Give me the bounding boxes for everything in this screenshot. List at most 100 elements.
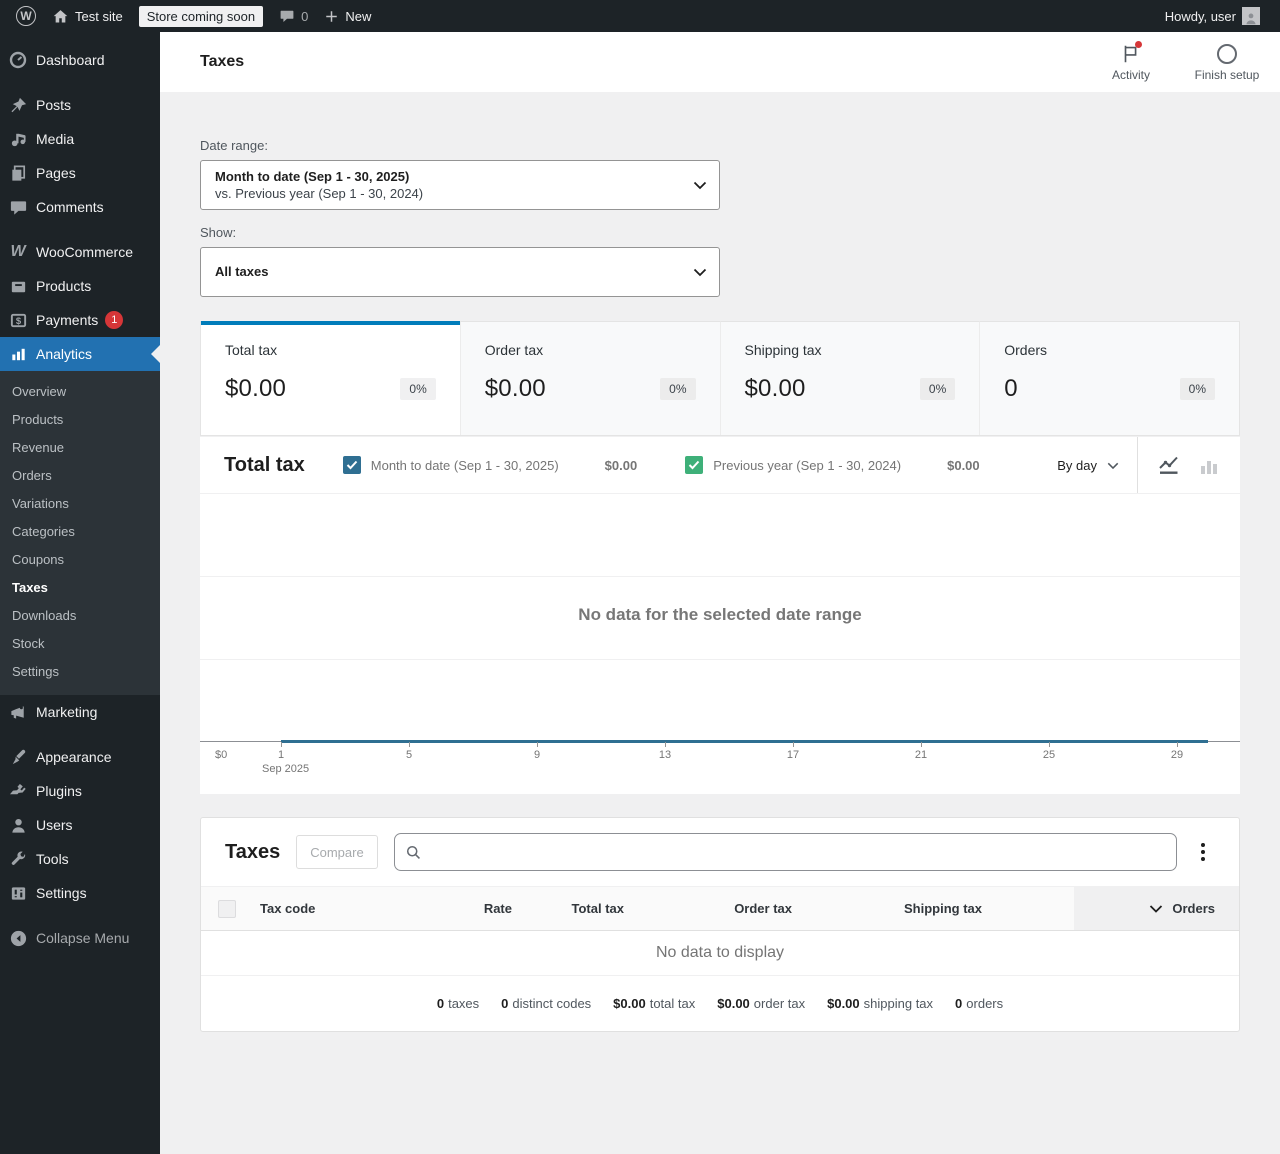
sidebar-item-users[interactable]: Users xyxy=(0,808,160,842)
submenu-item-categories[interactable]: Categories xyxy=(0,518,160,546)
y-axis-zero-label: $0 xyxy=(215,749,228,761)
tile-value: 0 xyxy=(1004,375,1018,402)
submenu-item-coupons[interactable]: Coupons xyxy=(0,546,160,574)
new-menu[interactable]: New xyxy=(316,0,379,32)
legend-value: $0.00 xyxy=(604,457,638,473)
sidebar-item-settings[interactable]: Settings xyxy=(0,876,160,910)
more-options-kebab-icon[interactable] xyxy=(1191,838,1215,866)
submenu-item-orders[interactable]: Orders xyxy=(0,462,160,490)
sidebar-item-posts[interactable]: Posts xyxy=(0,88,160,122)
comments-count: 0 xyxy=(301,8,309,24)
search-box[interactable] xyxy=(393,833,1177,871)
wordpress-logo-menu[interactable]: W xyxy=(8,0,44,32)
sidebar-item-media[interactable]: Media xyxy=(0,122,160,156)
activity-unread-dot xyxy=(1135,41,1142,48)
admin-sidebar: Dashboard Posts Media Pages Comments W W… xyxy=(0,32,160,1154)
comment-icon xyxy=(8,197,28,217)
tile-total-tax[interactable]: Total tax $0.00 0% xyxy=(201,321,460,435)
payments-icon: $ xyxy=(8,310,28,330)
sidebar-item-plugins[interactable]: Plugins xyxy=(0,774,160,808)
submenu-item-stock[interactable]: Stock xyxy=(0,630,160,658)
chart-type-toggle xyxy=(1138,452,1240,478)
table-header: Taxes Compare xyxy=(201,818,1239,886)
my-account-menu[interactable]: Howdy, user xyxy=(1157,0,1268,32)
payments-badge: 1 xyxy=(105,311,124,329)
column-header-orders-sorted[interactable]: Orders xyxy=(1074,887,1239,930)
sidebar-item-label: Tools xyxy=(36,851,69,867)
sidebar-item-label: Comments xyxy=(36,199,104,215)
checkbox-checked[interactable] xyxy=(342,456,361,474)
submenu-item-overview[interactable]: Overview xyxy=(0,378,160,406)
collapse-menu-button[interactable]: Collapse Menu xyxy=(0,921,160,955)
sidebar-item-products[interactable]: Products xyxy=(0,269,160,303)
avatar xyxy=(1242,7,1260,25)
line-chart-icon[interactable] xyxy=(1156,452,1182,478)
show-select[interactable]: All taxes xyxy=(200,247,720,297)
content-area: Date range: Month to date (Sep 1 - 30, 2… xyxy=(160,138,1280,1032)
x-tick-label: 21 xyxy=(914,749,928,761)
column-header-total-tax[interactable]: Total tax xyxy=(512,887,625,930)
submenu-item-products[interactable]: Products xyxy=(0,406,160,434)
wordpress-logo-icon: W xyxy=(16,6,36,26)
page-title: Taxes xyxy=(200,53,245,70)
column-header-order-tax[interactable]: Order tax xyxy=(624,887,792,930)
submenu-item-downloads[interactable]: Downloads xyxy=(0,602,160,630)
summary-order-tax: $0.00 order tax xyxy=(717,996,806,1011)
select-all-checkbox[interactable] xyxy=(201,887,245,930)
wrench-icon xyxy=(8,849,28,869)
submenu-item-settings[interactable]: Settings xyxy=(0,658,160,686)
column-header-rate[interactable]: Rate xyxy=(422,887,512,930)
howdy-text: Howdy, user xyxy=(1164,8,1236,24)
checkbox-checked[interactable] xyxy=(685,456,704,474)
sidebar-item-label: Dashboard xyxy=(36,52,105,68)
x-tick-label: 17 xyxy=(786,749,800,761)
sidebar-item-analytics[interactable]: Analytics xyxy=(0,337,160,371)
compare-button[interactable]: Compare xyxy=(296,835,378,869)
chart-empty-message: No data for the selected date range xyxy=(578,605,862,624)
sidebar-item-pages[interactable]: Pages xyxy=(0,156,160,190)
chart-plot-area[interactable]: No data for the selected date range xyxy=(200,493,1240,743)
show-label: Show: xyxy=(200,225,237,240)
sidebar-item-appearance[interactable]: Appearance xyxy=(0,740,160,774)
sidebar-item-label: Marketing xyxy=(36,704,98,720)
submenu-item-taxes[interactable]: Taxes xyxy=(0,574,160,602)
search-input[interactable] xyxy=(429,844,1166,860)
sidebar-item-woocommerce[interactable]: W WooCommerce xyxy=(0,235,160,269)
analytics-submenu: Overview Products Revenue Orders Variati… xyxy=(0,371,160,695)
x-tick-label: 13 xyxy=(658,749,672,761)
activity-button[interactable]: Activity xyxy=(1092,41,1170,82)
tile-order-tax[interactable]: Order tax $0.00 0% xyxy=(459,321,720,435)
tile-shipping-tax[interactable]: Shipping tax $0.00 0% xyxy=(719,321,980,435)
new-label: New xyxy=(345,8,372,24)
legend-item-current-period[interactable]: Month to date (Sep 1 - 30, 2025) $0.00 xyxy=(319,456,661,474)
date-range-select[interactable]: Month to date (Sep 1 - 30, 2025) vs. Pre… xyxy=(200,160,720,210)
sidebar-item-payments[interactable]: $ Payments 1 xyxy=(0,303,160,337)
sidebar-item-dashboard[interactable]: Dashboard xyxy=(0,43,160,77)
products-icon xyxy=(8,276,28,296)
interval-select[interactable]: By day xyxy=(1039,437,1137,493)
media-icon xyxy=(8,129,28,149)
sidebar-item-comments[interactable]: Comments xyxy=(0,190,160,224)
sliders-icon xyxy=(8,883,28,903)
site-name-link[interactable]: Test site xyxy=(44,0,131,32)
tile-value: $0.00 xyxy=(744,375,806,402)
woocommerce-icon: W xyxy=(10,243,26,260)
chart-title: Total tax xyxy=(224,453,305,476)
legend-item-previous-period[interactable]: Previous year (Sep 1 - 30, 2024) $0.00 xyxy=(661,456,1003,474)
user-icon xyxy=(8,815,28,835)
date-range-compare-value: vs. Previous year (Sep 1 - 30, 2024) xyxy=(215,186,424,201)
gridline xyxy=(200,659,1240,660)
tile-orders[interactable]: Orders 0 0% xyxy=(979,321,1239,435)
bar-chart-icon[interactable] xyxy=(1196,452,1222,478)
column-header-shipping-tax[interactable]: Shipping tax xyxy=(792,887,1074,930)
sidebar-item-tools[interactable]: Tools xyxy=(0,842,160,876)
finish-setup-button[interactable]: Finish setup xyxy=(1188,42,1266,82)
submenu-item-variations[interactable]: Variations xyxy=(0,490,160,518)
comments-menu[interactable]: 0 xyxy=(271,0,316,32)
plugin-icon xyxy=(8,781,28,801)
column-header-tax-code[interactable]: Tax code xyxy=(245,887,422,930)
submenu-item-revenue[interactable]: Revenue xyxy=(0,434,160,462)
search-icon xyxy=(406,845,420,859)
home-icon xyxy=(53,9,68,22)
sidebar-item-marketing[interactable]: Marketing xyxy=(0,695,160,729)
